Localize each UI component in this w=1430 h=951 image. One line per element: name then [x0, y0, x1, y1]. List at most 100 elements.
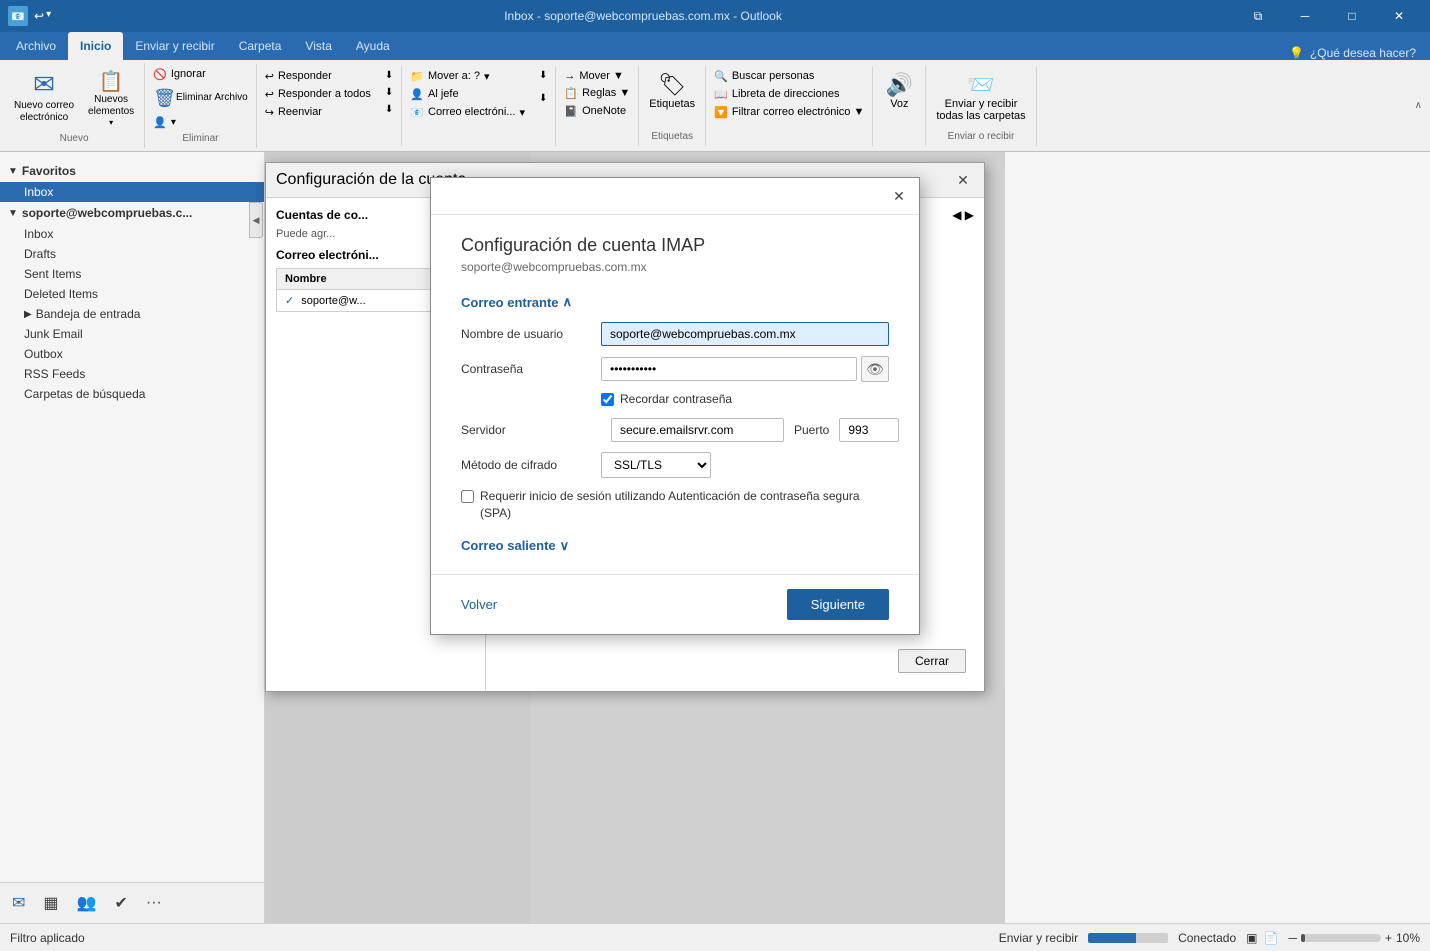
maximize-button[interactable]: □ — [1329, 0, 1375, 32]
favorites-header[interactable]: ▼ Favoritos — [0, 160, 264, 182]
sidebar-item-bandeja[interactable]: ▶ Bandeja de entrada — [0, 304, 264, 324]
more-responder3[interactable]: ⬇ — [381, 102, 397, 117]
next-button[interactable]: Siguiente — [787, 589, 889, 620]
nav-more-button[interactable]: ··· — [142, 890, 166, 916]
nav-contacts-button[interactable]: 👥 — [73, 889, 101, 917]
onenote-button[interactable]: 📓 OneNote — [560, 103, 634, 120]
ribbon-group-mover-a: 📁 Mover a: ? ▾ 👤 Al jefe 📧 Correo electr… — [402, 66, 556, 146]
sidebar-item-deleted[interactable]: Deleted Items — [0, 284, 264, 304]
username-input[interactable] — [601, 322, 889, 346]
voz-button[interactable]: 🔊 Voz — [877, 68, 921, 114]
reply-all-button[interactable]: ↩ Responder a todos — [261, 86, 375, 103]
mover-a-extra3[interactable]: ⬇ — [535, 91, 551, 106]
tab-inicio[interactable]: Inicio — [68, 32, 123, 60]
sidebar-collapse-button[interactable]: ◀ — [249, 202, 263, 238]
back-button[interactable]: Volver — [461, 597, 497, 612]
nav-tasks-button[interactable]: ✔ — [110, 889, 131, 917]
email-button[interactable]: 📧 Correo electróni... ▾ — [406, 104, 529, 121]
inbox-label: Inbox — [24, 227, 53, 241]
etiquetas-label: Etiquetas — [649, 98, 695, 110]
find-people-button[interactable]: 🔍 Buscar personas — [710, 68, 868, 85]
tab-archivo[interactable]: Archivo — [4, 32, 68, 60]
to-boss-label: Al jefe — [428, 88, 459, 100]
imap-close-button[interactable]: ✕ — [887, 184, 911, 208]
password-input[interactable] — [601, 357, 857, 381]
mover-a-extra2[interactable] — [535, 85, 551, 89]
nav-mail-button[interactable]: ✉ — [8, 889, 29, 917]
to-boss-button[interactable]: 👤 Al jefe — [406, 86, 529, 103]
voz-icon: 🔊 — [886, 72, 913, 98]
undo-icon[interactable]: ↩ — [34, 9, 44, 23]
account-header[interactable]: ▼ soporte@webcompruebas.c... — [0, 202, 264, 224]
method-label: Método de cifrado — [461, 458, 601, 472]
server-input[interactable] — [611, 418, 784, 442]
nav-calendar-button[interactable]: ▦ — [39, 889, 62, 917]
tab-ayuda[interactable]: Ayuda — [344, 32, 402, 60]
redo-dropdown-icon[interactable]: ▾ — [46, 9, 51, 23]
show-password-button[interactable]: 👁 — [861, 356, 889, 382]
sidebar-item-sent[interactable]: Sent Items — [0, 264, 264, 284]
mover-buttons: → Mover ▼ 📋 Reglas ▼ 📓 OneNote — [560, 68, 634, 140]
mover-col: → Mover ▼ 📋 Reglas ▼ 📓 OneNote — [560, 68, 634, 120]
outgoing-header[interactable]: Correo saliente ∨ — [461, 538, 889, 554]
move-button[interactable]: → Mover ▼ — [560, 68, 634, 84]
spa-checkbox[interactable] — [461, 490, 474, 503]
reply-button[interactable]: ↩ Responder — [261, 68, 375, 85]
sidebar-item-inbox[interactable]: Inbox — [0, 224, 264, 244]
zoom-plus-icon[interactable]: + — [1385, 931, 1392, 945]
etiquetas-button[interactable]: 🏷 Etiquetas — [643, 68, 701, 114]
view-icon-2[interactable]: 📄 — [1263, 931, 1278, 945]
mover-a-extra1[interactable]: ⬇ — [535, 68, 551, 83]
zoom-slider[interactable] — [1301, 934, 1381, 942]
rules-button[interactable]: 📋 Reglas ▼ — [560, 85, 634, 102]
incoming-header[interactable]: Correo entrante ∧ — [461, 294, 889, 310]
more-responder2[interactable]: ⬇ — [381, 85, 397, 100]
minimize-button[interactable]: ─ — [1282, 0, 1328, 32]
port-input[interactable] — [839, 418, 899, 442]
status-bar-right: Enviar y recibir Conectado ▣ 📄 ─ + 10% — [999, 931, 1420, 945]
sidebar-item-inbox-favorite[interactable]: Inbox — [0, 182, 264, 202]
more-responder[interactable]: ⬇ — [381, 68, 397, 83]
inbox-favorite-label: Inbox — [24, 185, 53, 199]
nuevo-group-label: Nuevo — [8, 131, 140, 146]
ribbon-collapse[interactable]: ∧ — [1411, 96, 1426, 115]
unsubscribe-button[interactable]: 👤 ▾ — [149, 114, 252, 131]
zoom-minus-icon[interactable]: ─ — [1288, 931, 1297, 945]
new-items-button[interactable]: 📋 Nuevos elementos ▾ — [82, 65, 140, 131]
eliminar-button[interactable]: 🗑 Eliminar Archivo — [149, 84, 252, 113]
rules-icon: 📋 — [564, 87, 578, 100]
sidebar-item-search-folders[interactable]: Carpetas de búsqueda — [0, 384, 264, 404]
move-to-button[interactable]: 📁 Mover a: ? ▾ — [406, 68, 529, 85]
address-book-button[interactable]: 📖 Libreta de direcciones — [710, 86, 868, 103]
sidebar: ▼ Favoritos Inbox ▼ soporte@webcomprueba… — [0, 152, 265, 923]
to-boss-icon: 👤 — [410, 88, 424, 101]
etiquetas-icon: 🏷 — [658, 72, 686, 98]
new-email-button[interactable]: ✉ Nuevo correo electrónico — [8, 65, 80, 128]
reply-all-label: Responder a todos — [278, 88, 371, 100]
close-button[interactable]: ✕ — [1376, 0, 1422, 32]
account-close-button[interactable]: Cerrar — [898, 649, 966, 673]
sidebar-item-drafts[interactable]: Drafts — [0, 244, 264, 264]
voz-content: 🔊 Voz — [877, 68, 921, 140]
sidebar-item-junk[interactable]: Junk Email — [0, 324, 264, 344]
outgoing-arrow: ∨ — [560, 538, 570, 554]
bandeja-label: Bandeja de entrada — [36, 307, 141, 321]
tab-carpeta[interactable]: Carpeta — [227, 32, 294, 60]
send-receive-button[interactable]: 📨 Enviar y recibir todas las carpetas — [930, 68, 1031, 126]
method-select[interactable]: SSL/TLS Sin cifrado STARTTLS Auto — [601, 452, 711, 478]
rss-label: RSS Feeds — [24, 367, 85, 381]
sidebar-item-rss[interactable]: RSS Feeds — [0, 364, 264, 384]
remember-password-checkbox[interactable] — [601, 393, 614, 406]
imap-body: Configuración de cuenta IMAP soporte@web… — [431, 215, 919, 574]
view-icon-1[interactable]: ▣ — [1246, 931, 1257, 945]
panel-arrows-icon[interactable]: ◀ ▶ — [952, 208, 974, 222]
tab-enviar[interactable]: Enviar y recibir — [123, 32, 226, 60]
filter-email-button[interactable]: 🔽 Filtrar correo electrónico ▼ — [710, 104, 868, 121]
ignore-button[interactable]: 🚫 Ignorar — [149, 66, 252, 83]
what-to-do-search[interactable]: ¿Qué desea hacer? — [1310, 46, 1416, 60]
account-settings-close-button[interactable]: ✕ — [952, 169, 974, 191]
sidebar-item-outbox[interactable]: Outbox — [0, 344, 264, 364]
tab-vista[interactable]: Vista — [293, 32, 343, 60]
forward-button[interactable]: ↪ Reenviar — [261, 104, 375, 121]
restore-button[interactable]: ⧉ — [1235, 0, 1281, 32]
